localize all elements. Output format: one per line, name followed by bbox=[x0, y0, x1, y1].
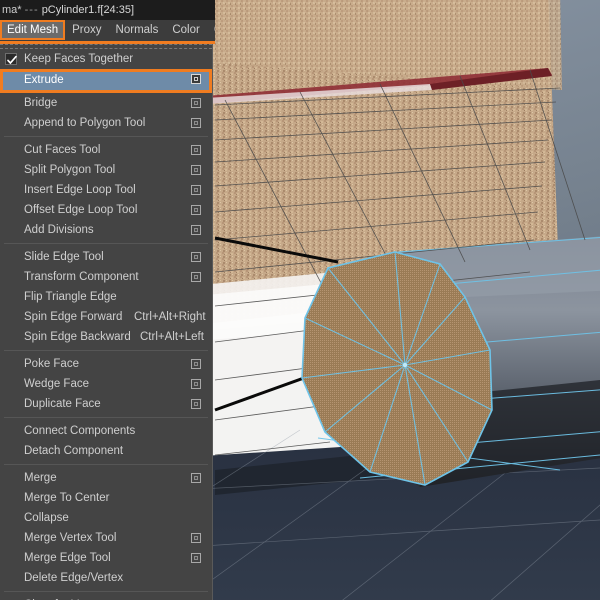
menu-item-label: Collapse bbox=[24, 512, 69, 524]
menu-item-keep-faces-together[interactable]: Keep Faces Together bbox=[0, 49, 212, 69]
menu-item-transform-component[interactable]: Transform Component bbox=[0, 267, 212, 287]
menubar-item-normals[interactable]: Normals bbox=[109, 21, 166, 39]
menu-item-poke-face[interactable]: Poke Face bbox=[0, 354, 212, 374]
menu-item-slide-edge-tool[interactable]: Slide Edge Tool bbox=[0, 247, 212, 267]
menu-separator bbox=[0, 414, 212, 421]
option-box-icon[interactable] bbox=[191, 205, 201, 215]
menu-item-label: Split Polygon Tool bbox=[24, 164, 116, 176]
menu-item-label: Detach Component bbox=[24, 445, 124, 457]
menu-item-shortcut: Ctrl+Alt+Right bbox=[134, 311, 206, 323]
menu-item-chamfer-vertex[interactable]: Chamfer Vertex bbox=[0, 595, 212, 600]
menu-item-label: Merge Edge Tool bbox=[24, 552, 111, 564]
option-box-icon[interactable] bbox=[191, 272, 201, 282]
menu-item-spin-edge-forward[interactable]: Spin Edge Forward Ctrl+Alt+Right bbox=[0, 307, 212, 327]
menu-item-label: Insert Edge Loop Tool bbox=[24, 184, 136, 196]
menu-item-label: Bridge bbox=[24, 97, 58, 109]
menu-item-label: Append to Polygon Tool bbox=[24, 117, 146, 129]
menu-item-extrude[interactable]: Extrude bbox=[0, 69, 212, 93]
menu-item-cut-faces-tool[interactable]: Cut Faces Tool bbox=[0, 140, 212, 160]
title-app-name: ma* bbox=[2, 4, 22, 16]
menu-item-label: Merge Vertex Tool bbox=[24, 532, 117, 544]
edit-mesh-dropdown-menu[interactable]: Keep Faces Together Extrude Bridge Append t… bbox=[0, 44, 213, 600]
option-box-icon[interactable] bbox=[191, 359, 201, 369]
menu-item-label: Cut Faces Tool bbox=[24, 144, 101, 156]
title-selected-object: pCylinder1.f[24:35] bbox=[41, 4, 135, 16]
menu-item-flip-triangle-edge[interactable]: Flip Triangle Edge bbox=[0, 287, 212, 307]
menu-item-label: Flip Triangle Edge bbox=[24, 291, 117, 303]
menu-item-merge[interactable]: Merge bbox=[0, 468, 212, 488]
menu-item-bridge[interactable]: Bridge bbox=[0, 93, 212, 113]
option-box-icon[interactable] bbox=[191, 399, 201, 409]
menubar-item-cr[interactable]: Cr bbox=[207, 21, 215, 39]
menu-item-label: Offset Edge Loop Tool bbox=[24, 204, 138, 216]
option-box-icon[interactable] bbox=[191, 118, 201, 128]
option-box-icon[interactable] bbox=[191, 185, 201, 195]
option-box-icon[interactable] bbox=[191, 74, 201, 84]
menu-item-merge-vertex-tool[interactable]: Merge Vertex Tool bbox=[0, 528, 212, 548]
menu-item-merge-to-center[interactable]: Merge To Center bbox=[0, 488, 212, 508]
option-box-icon[interactable] bbox=[191, 98, 201, 108]
menu-item-delete-edge-vertex[interactable]: Delete Edge/Vertex bbox=[0, 568, 212, 588]
option-box-icon[interactable] bbox=[191, 225, 201, 235]
menu-item-append-to-polygon-tool[interactable]: Append to Polygon Tool bbox=[0, 113, 212, 133]
menu-item-merge-edge-tool[interactable]: Merge Edge Tool bbox=[0, 548, 212, 568]
menu-item-label: Chamfer Vertex bbox=[24, 595, 104, 600]
menu-item-offset-edge-loop-tool[interactable]: Offset Edge Loop Tool bbox=[0, 200, 212, 220]
option-box-icon[interactable] bbox=[191, 165, 201, 175]
menu-item-spin-edge-backward[interactable]: Spin Edge Backward Ctrl+Alt+Left bbox=[0, 327, 212, 347]
menu-bar: Edit MeshProxyNormalsColorCr bbox=[0, 20, 215, 44]
menu-item-label: Merge bbox=[24, 472, 57, 484]
menu-item-insert-edge-loop-tool[interactable]: Insert Edge Loop Tool bbox=[0, 180, 212, 200]
menu-item-label: Extrude bbox=[24, 74, 64, 86]
menu-item-label: Add Divisions bbox=[24, 224, 94, 236]
menu-item-list: Keep Faces Together Extrude Bridge Append t… bbox=[0, 49, 212, 600]
menubar-item-color[interactable]: Color bbox=[165, 21, 206, 39]
menu-item-label: Delete Edge/Vertex bbox=[24, 572, 124, 584]
menu-separator bbox=[0, 240, 212, 247]
menu-item-label: Transform Component bbox=[24, 271, 139, 283]
menu-item-add-divisions[interactable]: Add Divisions bbox=[0, 220, 212, 240]
menu-item-label: Connect Components bbox=[24, 425, 136, 437]
menu-item-collapse[interactable]: Collapse bbox=[0, 508, 212, 528]
option-box-icon[interactable] bbox=[191, 379, 201, 389]
menu-item-label: Poke Face bbox=[24, 358, 79, 370]
option-box-icon[interactable] bbox=[191, 553, 201, 563]
menu-item-label: Wedge Face bbox=[24, 378, 89, 390]
menu-item-duplicate-face[interactable]: Duplicate Face bbox=[0, 394, 212, 414]
menu-separator bbox=[0, 347, 212, 354]
menu-separator bbox=[0, 588, 212, 595]
window-title-bar: ma* --- pCylinder1.f[24:35] bbox=[0, 0, 215, 20]
option-box-icon[interactable] bbox=[191, 533, 201, 543]
menu-item-label: Duplicate Face bbox=[24, 398, 101, 410]
menu-item-label: Keep Faces Together bbox=[24, 53, 134, 65]
menu-item-detach-component[interactable]: Detach Component bbox=[0, 441, 212, 461]
menubar-item-proxy[interactable]: Proxy bbox=[65, 21, 108, 39]
menu-item-label: Slide Edge Tool bbox=[24, 251, 104, 263]
menu-separator bbox=[0, 133, 212, 140]
menu-separator bbox=[0, 461, 212, 468]
option-box-icon[interactable] bbox=[191, 145, 201, 155]
menu-item-label: Merge To Center bbox=[24, 492, 110, 504]
menubar-item-edit-mesh[interactable]: Edit Mesh bbox=[0, 20, 66, 40]
menu-item-split-polygon-tool[interactable]: Split Polygon Tool bbox=[0, 160, 212, 180]
checkmark-icon[interactable] bbox=[5, 53, 17, 65]
menu-item-connect-components[interactable]: Connect Components bbox=[0, 421, 212, 441]
menu-item-shortcut: Ctrl+Alt+Left bbox=[140, 331, 204, 343]
title-separator: --- bbox=[24, 4, 39, 16]
menu-item-label: Spin Edge Backward bbox=[24, 331, 131, 343]
cap-center-vertex bbox=[402, 362, 408, 368]
maya-application-window: ma* --- pCylinder1.f[24:35] Edit Mesh Pro… bbox=[0, 0, 600, 600]
option-box-icon[interactable] bbox=[191, 252, 201, 262]
menu-item-label: Spin Edge Forward bbox=[24, 311, 123, 323]
menu-item-wedge-face[interactable]: Wedge Face bbox=[0, 374, 212, 394]
option-box-icon[interactable] bbox=[191, 473, 201, 483]
